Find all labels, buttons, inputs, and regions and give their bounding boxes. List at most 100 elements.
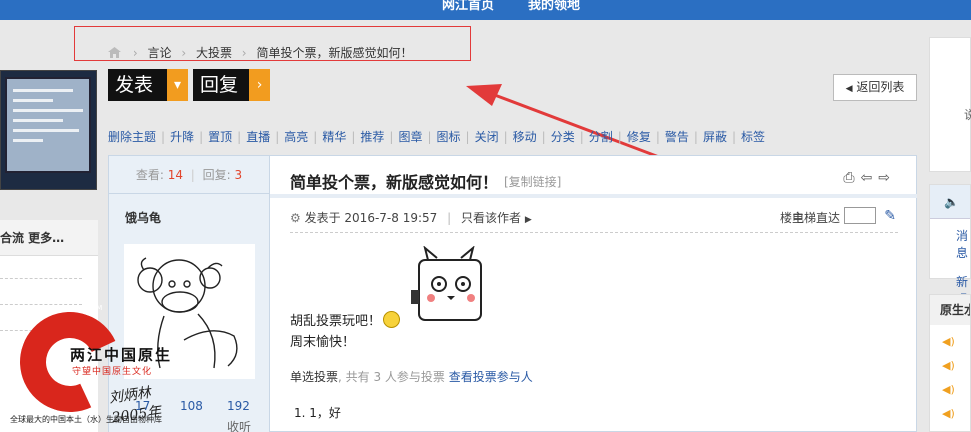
back-label: 返回列表 [856, 80, 905, 94]
speaker-icon[interactable]: ◀) [942, 407, 955, 420]
nav-home-link[interactable]: 网江首页 [442, 0, 494, 13]
thread-title: 简单投个票，新版感觉如何！ [290, 173, 499, 192]
toolbar-separator: | [161, 130, 166, 144]
meta-divider [290, 232, 898, 233]
breadcrumb-item-speech[interactable]: 言论 [147, 46, 171, 60]
reply-button-label: 回复 [200, 74, 239, 96]
home-icon[interactable] [108, 47, 121, 58]
logo-title: 两江中国原生 [70, 346, 173, 364]
vote-option-1[interactable]: 1. 1，好 [294, 404, 341, 421]
right-widget-top: 说 [929, 37, 971, 172]
elevator-label: 电梯直达 [791, 211, 840, 225]
thread-tools: ⎙⇦⇨ [843, 170, 896, 186]
toolbar-item[interactable]: 直播 [246, 130, 270, 144]
toolbar-item[interactable]: 高亮 [284, 130, 308, 144]
toolbar-separator: | [655, 130, 660, 144]
toolbar-separator: | [275, 130, 280, 144]
vote-participants-link[interactable]: 查看投票参与人 [449, 370, 533, 384]
toolbar-separator: | [351, 130, 356, 144]
rabbit-emoticon [411, 246, 482, 321]
toolbar-separator: | [237, 130, 242, 144]
triangle-right-icon: ▶ [524, 215, 532, 225]
speaker-icon: 🔈 [944, 195, 959, 209]
post-button-label: 发表 [115, 74, 154, 96]
toolbar-item[interactable]: 分割 [589, 130, 613, 144]
toolbar-separator: | [693, 130, 698, 144]
toolbar-item[interactable]: 删除主题 [108, 130, 156, 144]
nav-land-link[interactable]: 我的领地 [528, 0, 580, 13]
toolbar-separator: | [199, 130, 204, 144]
breadcrumb: › 言论 › 大投票 › 简单投个票，新版感觉如何！ [108, 44, 418, 61]
toolbar-separator: | [617, 130, 622, 144]
sidebar-section-title[interactable]: 合流 更多… [0, 220, 98, 256]
toolbar-separator: | [579, 130, 584, 144]
toolbar-item[interactable]: 升降 [170, 130, 194, 144]
only-author-link[interactable]: 只看该作者 [461, 211, 521, 225]
toolbar-item[interactable]: 修复 [627, 130, 651, 144]
top-nav: 网江首页 我的领地 [0, 0, 971, 20]
dropdown-arrow-icon[interactable]: ▾ [167, 69, 188, 101]
logo-subtitle: 守望中国原生文化 [72, 367, 153, 377]
right-section-title: 原生水 [930, 295, 970, 325]
speaker-icon[interactable]: ◀) [942, 335, 955, 348]
stat-listen[interactable]: 192 [227, 399, 250, 413]
post-line-1: 胡乱投票玩吧！ [290, 314, 382, 329]
speaker-icon[interactable]: ◀) [942, 383, 955, 396]
site-watermark-logo: WWW.CNNZO.COM 两江中国原生 守望中国原生文化 全球最大的中国本土（… [5, 292, 190, 426]
toolbar-separator: | [465, 130, 470, 144]
vote-type: 单选投票 [290, 370, 339, 384]
right-widget-messages: 🔈 消息 新吗 [929, 184, 971, 306]
signature: 刘炳林 2005年 [108, 384, 163, 427]
sidebar-thumbnail[interactable] [0, 70, 97, 190]
toolbar-separator: | [731, 130, 736, 144]
toolbar-item[interactable]: 推荐 [360, 130, 384, 144]
views-count: 14 [167, 168, 183, 182]
stat-listen-label: 收听 [227, 420, 252, 432]
post-time: 发表于 2016-7-8 19:57 [304, 211, 438, 225]
toolbar-item[interactable]: 精华 [322, 130, 346, 144]
floor-jump-input[interactable] [844, 207, 876, 224]
jump-icon[interactable]: ✎ [884, 208, 896, 224]
toolbar-item[interactable]: 图标 [437, 130, 461, 144]
thread-stats: 查看: 14 | 回复: 3 [109, 156, 269, 194]
print-icon[interactable]: ⎙ [843, 170, 860, 186]
vote-summary: 单选投票, 共有 3 人参与投票 查看投票参与人 [290, 368, 533, 385]
post-container: 查看: 14 | 回复: 3 饿乌龟 17 108 192 收听 简单投个票，新… [108, 155, 917, 432]
speaker-icon[interactable]: ◀) [942, 359, 955, 372]
views-label: 查看: [135, 168, 164, 182]
toolbar-item[interactable]: 屏蔽 [703, 130, 727, 144]
chevron-left-icon: ◀ [845, 84, 853, 94]
post-line-2: 周末愉快！ [290, 335, 356, 350]
author-name[interactable]: 饿乌龟 [125, 209, 161, 226]
next-thread-icon[interactable]: ⇨ [878, 170, 896, 186]
toolbar-item[interactable]: 图章 [398, 130, 422, 144]
prev-thread-icon[interactable]: ⇦ [861, 170, 879, 186]
post-meta: ⚙ 发表于 2016-7-8 19:57 | 只看该作者 ▶ [290, 211, 532, 225]
right-msg-1[interactable]: 消息 [930, 219, 970, 261]
toolbar-item[interactable]: 置顶 [208, 130, 232, 144]
breadcrumb-item-vote[interactable]: 大投票 [196, 46, 232, 60]
toolbar-separator: | [427, 130, 432, 144]
grin-emoji-icon [383, 311, 401, 328]
reply-button[interactable]: 回复 › [193, 69, 270, 101]
online-status-icon: ⚙ [290, 211, 301, 225]
right-widget-native: 原生水 ◀) ◀) ◀) ◀) [929, 294, 971, 432]
logo-url: WWW.CNNZO.COM [36, 304, 103, 312]
toolbar-item[interactable]: 标签 [741, 130, 765, 144]
toolbar-item[interactable]: 警告 [665, 130, 689, 144]
toolbar-item[interactable]: 移动 [513, 130, 537, 144]
toolbar-separator: | [313, 130, 318, 144]
copy-link[interactable]: [复制链接] [504, 173, 561, 190]
toolbar-separator: | [389, 130, 394, 144]
toolbar-item[interactable]: 关闭 [475, 130, 499, 144]
breadcrumb-item-thread[interactable]: 简单投个票，新版感觉如何！ [256, 46, 412, 60]
post-button[interactable]: 发表 ▾ [108, 69, 188, 101]
replies-count: 3 [234, 168, 243, 182]
toolbar-separator: | [541, 130, 546, 144]
chevron-right-icon: › [249, 69, 270, 101]
toolbar-separator: | [503, 130, 508, 144]
toolbar-item[interactable]: 分类 [551, 130, 575, 144]
replies-label: 回复: [202, 168, 231, 182]
back-to-list-button[interactable]: ◀ 返回列表 [833, 74, 917, 101]
post-body: 胡乱投票玩吧！ 周末愉快！ [290, 311, 401, 353]
